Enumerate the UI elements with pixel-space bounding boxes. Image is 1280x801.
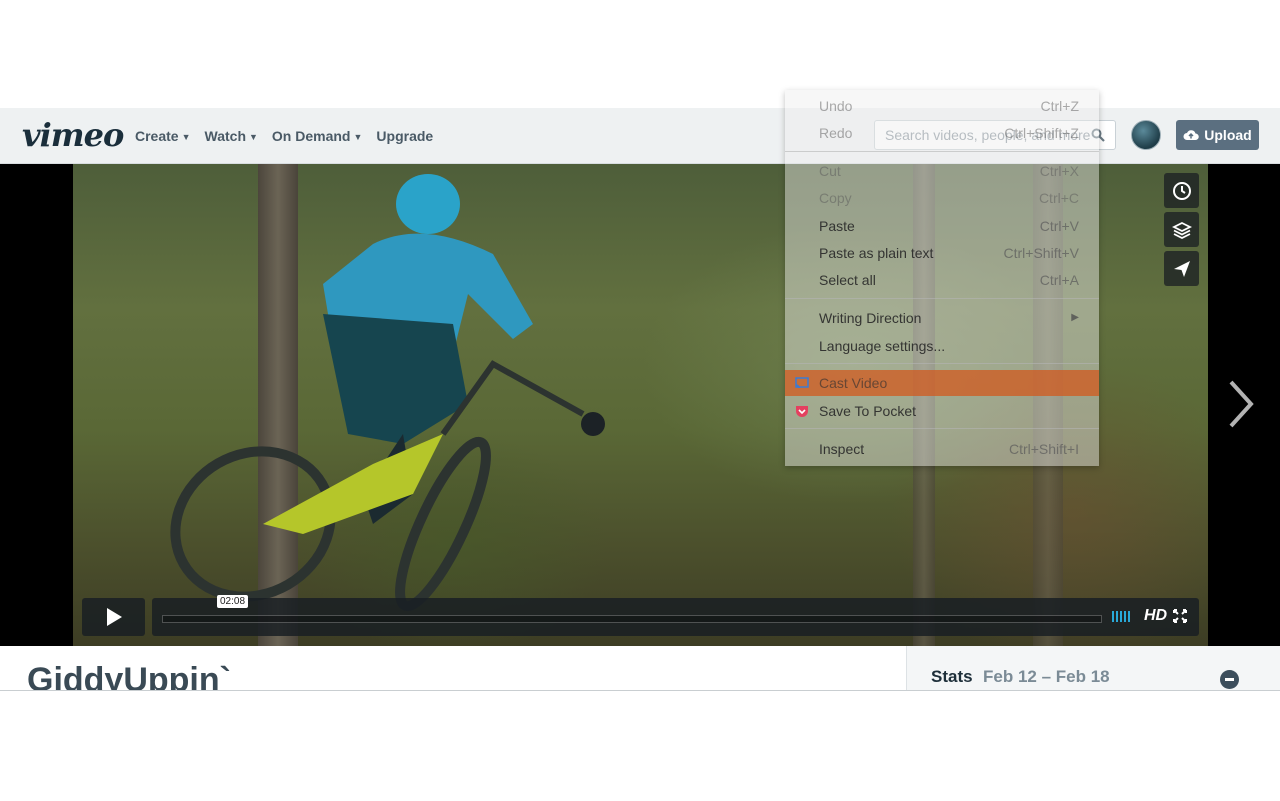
context-menu: Undo Ctrl+Z Redo Ctrl+Shift+Z Cut Ctrl+X Co… — [785, 90, 1099, 466]
play-icon — [106, 608, 122, 626]
menu-item-label: Undo — [819, 98, 853, 114]
menu-item-shortcut: Ctrl+A — [1039, 272, 1079, 288]
add-to-collection-button[interactable] — [1164, 212, 1199, 247]
menu-item-undo[interactable]: Undo Ctrl+Z — [785, 93, 1099, 119]
menu-item-paste-plain[interactable]: Paste as plain text Ctrl+Shift+V — [785, 240, 1099, 266]
nav-on-demand-label: On Demand — [271, 128, 351, 144]
share-button[interactable] — [1164, 251, 1199, 286]
menu-item-label: Paste — [819, 218, 855, 234]
menu-separator — [785, 298, 1099, 299]
nav-on-demand[interactable]: On Demand ▼ — [272, 128, 363, 144]
volume-bar — [1120, 611, 1122, 622]
menu-item-label: Save To Pocket — [819, 403, 917, 419]
menu-item-select-all[interactable]: Select all Ctrl+A — [785, 267, 1099, 293]
menu-item-cast-video[interactable]: Cast Video — [785, 370, 1099, 396]
collapse-stats-button[interactable] — [1220, 670, 1239, 689]
menu-separator — [785, 428, 1099, 429]
nav-watch-label: Watch — [204, 128, 246, 144]
clock-icon — [1172, 181, 1191, 200]
menu-separator — [785, 363, 1099, 364]
hover-time-tooltip: 02:08 — [217, 595, 249, 608]
menu-item-label: Redo — [819, 125, 853, 141]
menu-item-shortcut: Ctrl+Shift+V — [1003, 245, 1079, 261]
menu-item-save-to-pocket[interactable]: Save To Pocket — [785, 398, 1099, 424]
menu-item-shortcut: Ctrl+X — [1039, 163, 1079, 179]
video-title: GiddyUppin` — [27, 661, 231, 690]
nav-watch[interactable]: Watch ▼ — [205, 128, 258, 144]
menu-item-writing-direction[interactable]: Writing Direction ▶ — [785, 305, 1099, 331]
stats-panel: Stats Feb 12 – Feb 18 — [906, 646, 1280, 690]
layers-icon — [1171, 221, 1192, 239]
chevron-down-icon: ▼ — [353, 132, 363, 142]
nav-upgrade-label: Upgrade — [376, 128, 434, 144]
volume-bar — [1112, 611, 1114, 622]
stats-date-range[interactable]: Feb 12 – Feb 18 — [983, 667, 1110, 687]
menu-item-label: Inspect — [819, 441, 865, 457]
menu-item-label: Cast Video — [819, 375, 888, 391]
menu-item-shortcut: Ctrl+V — [1039, 218, 1079, 234]
volume-bar — [1124, 611, 1126, 622]
menu-item-label: Language settings... — [819, 338, 946, 354]
upload-label: Upload — [1204, 127, 1252, 143]
menu-item-paste[interactable]: Paste Ctrl+V — [785, 213, 1099, 239]
vimeo-logo[interactable]: vimeo — [22, 116, 124, 154]
menu-item-label: Writing Direction — [819, 310, 922, 326]
volume-bar — [1116, 611, 1118, 622]
menu-item-copy[interactable]: Copy Ctrl+C — [785, 185, 1099, 211]
progress-bar[interactable] — [162, 615, 1102, 623]
cast-icon — [795, 377, 809, 389]
volume-control[interactable] — [1112, 611, 1130, 622]
menu-item-label: Select all — [819, 272, 876, 288]
upload-button[interactable]: Upload — [1176, 120, 1259, 150]
avatar[interactable] — [1131, 120, 1161, 150]
volume-bar — [1128, 611, 1130, 622]
page-fold — [0, 690, 1280, 801]
player-controls: 02:08 HD — [82, 595, 1199, 636]
main-nav: Create ▼ Watch ▼ On Demand ▼ Upgrade — [135, 108, 433, 164]
menu-item-language-settings[interactable]: Language settings... — [785, 333, 1099, 359]
hd-toggle[interactable]: HD — [1144, 607, 1167, 625]
watch-later-button[interactable] — [1164, 173, 1199, 208]
menu-item-label: Paste as plain text — [819, 245, 934, 261]
menu-item-shortcut: Ctrl+Shift+Z — [1004, 125, 1079, 141]
next-video-arrow-icon[interactable] — [1226, 379, 1256, 429]
stats-label: Stats — [931, 667, 973, 686]
nav-create[interactable]: Create ▼ — [135, 128, 191, 144]
submenu-arrow-icon: ▶ — [1071, 312, 1079, 323]
chevron-down-icon: ▼ — [181, 132, 191, 142]
cloud-upload-icon — [1183, 130, 1200, 140]
nav-create-label: Create — [135, 128, 179, 144]
send-icon — [1173, 260, 1190, 277]
pocket-icon — [796, 406, 808, 417]
chevron-down-icon: ▼ — [249, 132, 258, 142]
menu-item-inspect[interactable]: Inspect Ctrl+Shift+I — [785, 436, 1099, 462]
menu-item-cut[interactable]: Cut Ctrl+X — [785, 158, 1099, 184]
menu-item-shortcut: Ctrl+Shift+I — [1008, 441, 1079, 457]
fullscreen-icon[interactable] — [1173, 609, 1187, 623]
nav-upgrade[interactable]: Upgrade — [376, 128, 433, 144]
control-bar: 02:08 HD — [152, 595, 1199, 636]
menu-item-label: Copy — [819, 190, 852, 206]
menu-item-redo[interactable]: Redo Ctrl+Shift+Z — [785, 120, 1099, 146]
menu-item-label: Cut — [819, 163, 841, 179]
menu-separator — [785, 151, 1099, 152]
menu-item-shortcut: Ctrl+C — [1038, 190, 1079, 206]
play-button[interactable] — [82, 598, 145, 636]
menu-item-shortcut: Ctrl+Z — [1040, 98, 1080, 114]
